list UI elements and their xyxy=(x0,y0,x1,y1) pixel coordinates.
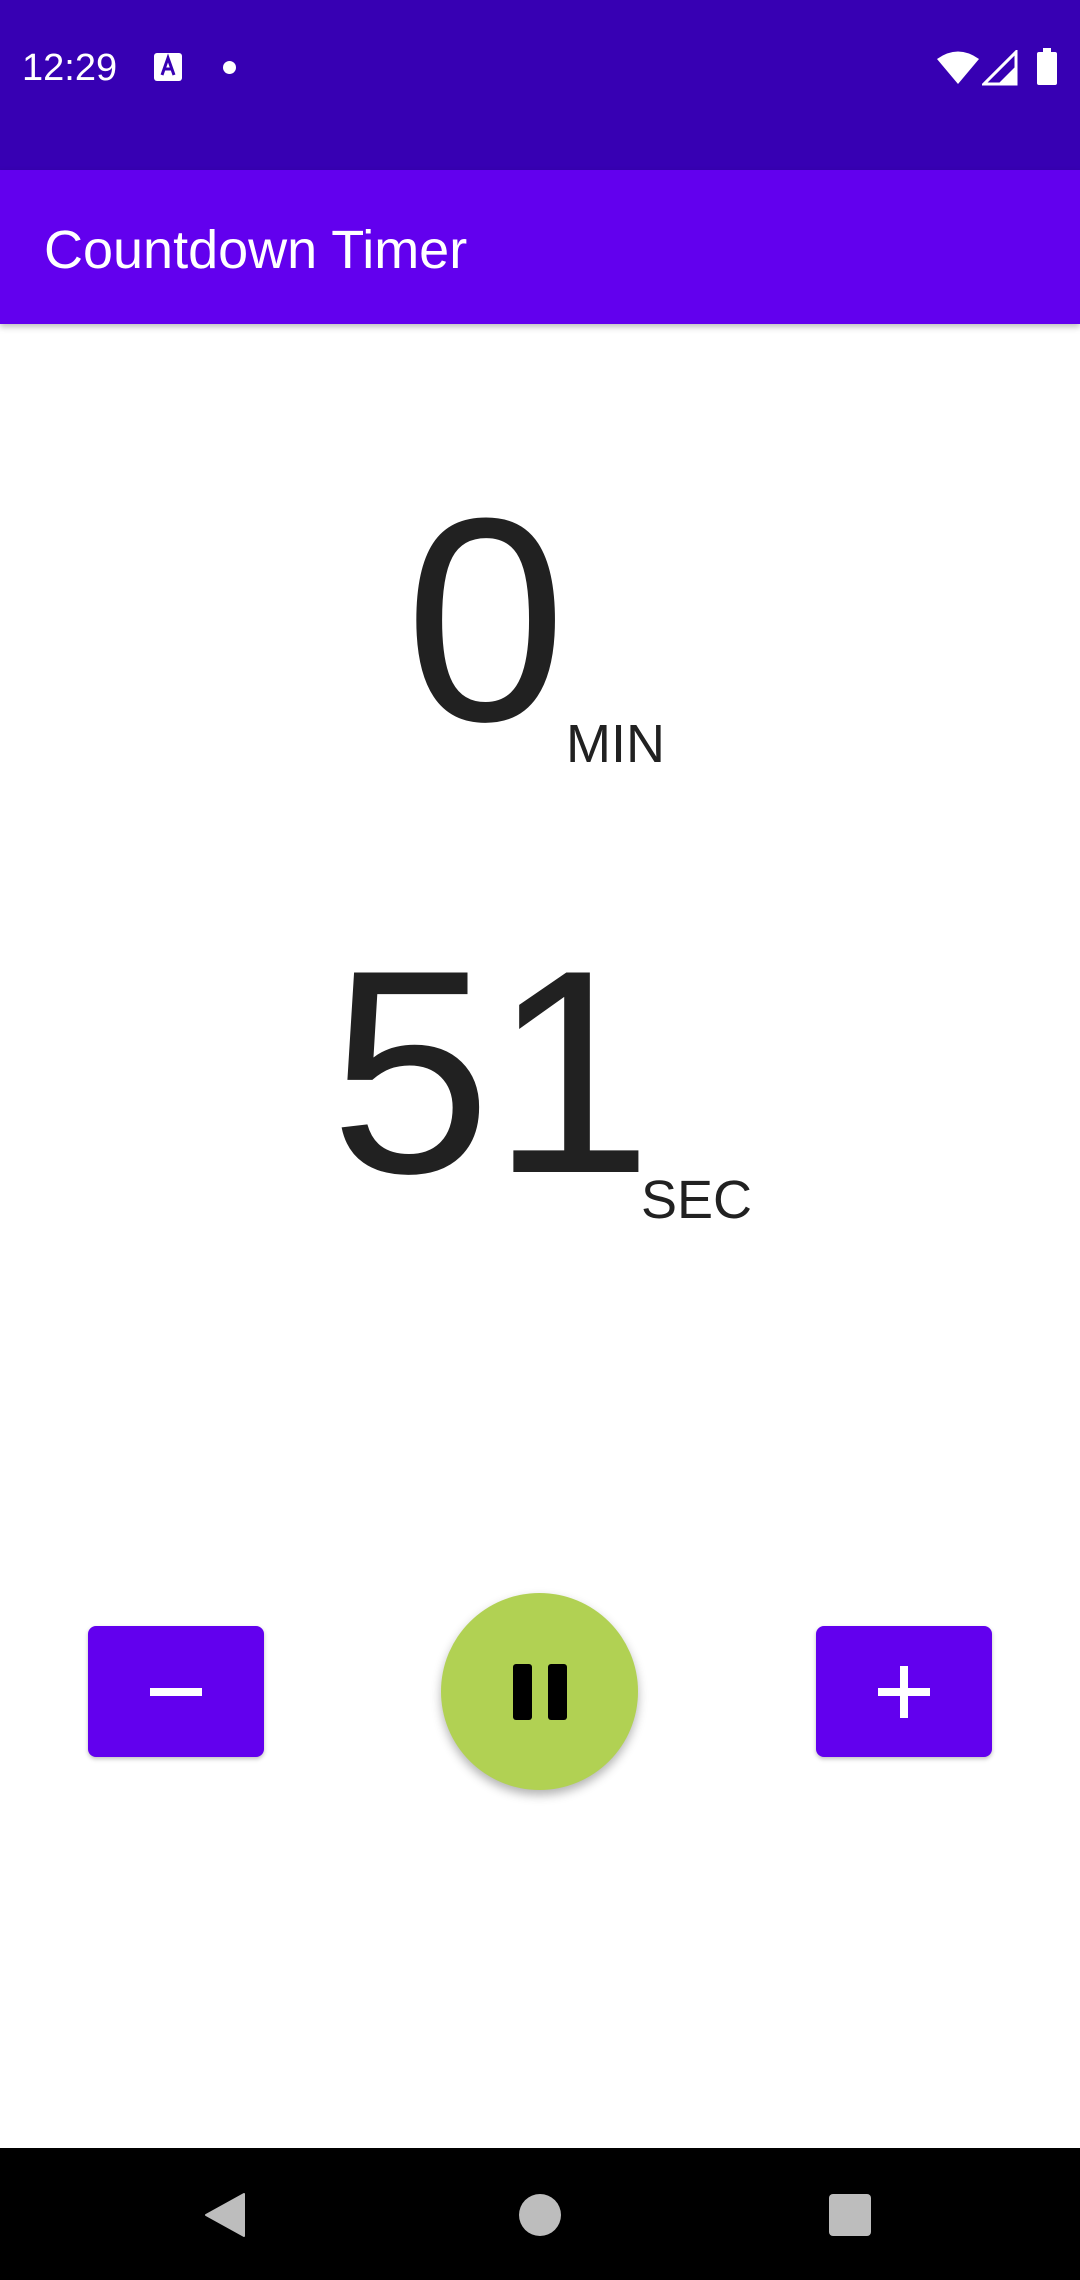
minutes-unit-label: MIN xyxy=(566,714,665,774)
decrement-button[interactable] xyxy=(88,1626,264,1757)
seconds-value: 51 xyxy=(330,910,653,1234)
text-a-notification-icon xyxy=(154,53,182,81)
status-time: 12:29 xyxy=(22,47,118,89)
cell-signal-icon xyxy=(982,50,1018,86)
notification-dot-icon xyxy=(223,61,236,74)
seconds-unit-label: SEC xyxy=(641,1170,753,1230)
pause-icon xyxy=(512,1663,567,1720)
back-icon[interactable] xyxy=(204,2192,246,2238)
home-icon[interactable] xyxy=(519,2194,561,2236)
pause-button[interactable] xyxy=(441,1593,638,1790)
navigation-bar xyxy=(0,2148,1080,2280)
minus-icon xyxy=(150,1687,202,1696)
recents-icon[interactable] xyxy=(829,2194,871,2236)
wifi-icon xyxy=(937,51,979,84)
minutes-value: 0 xyxy=(405,458,567,782)
plus-icon xyxy=(878,1665,930,1718)
app-bar: Countdown Timer xyxy=(0,170,1080,324)
increment-button[interactable] xyxy=(816,1626,992,1757)
app-title: Countdown Timer xyxy=(44,220,468,280)
status-bar: 12:29 xyxy=(0,0,1080,170)
battery-icon xyxy=(1037,48,1057,85)
